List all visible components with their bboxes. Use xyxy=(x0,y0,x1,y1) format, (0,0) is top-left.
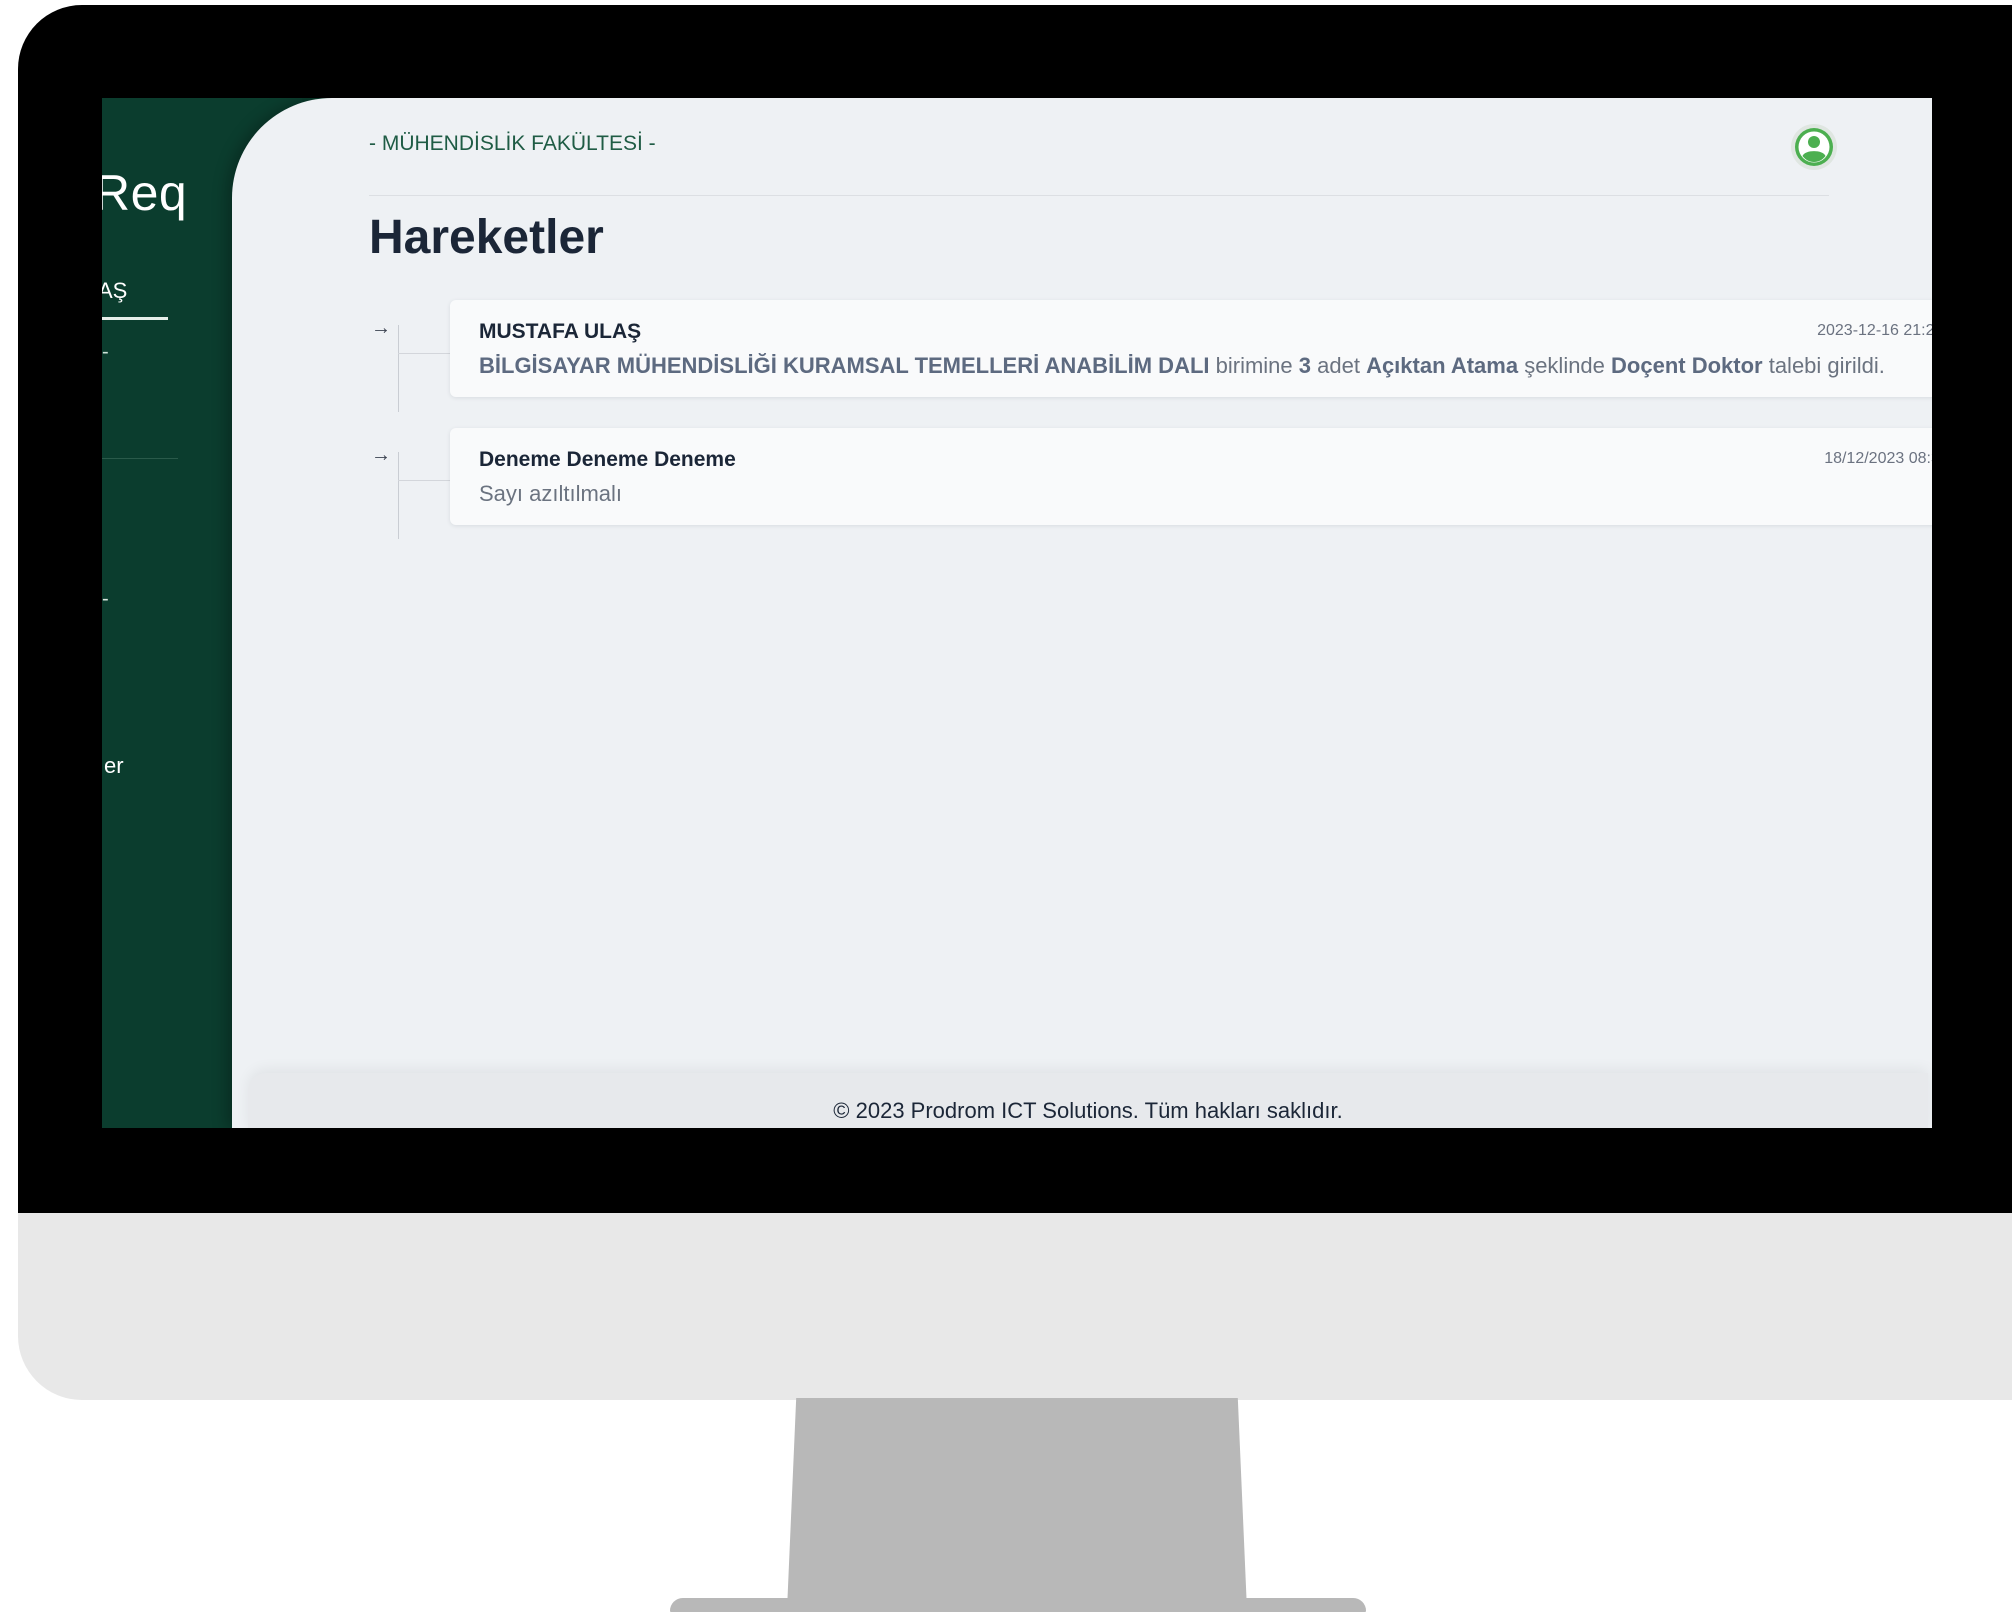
description-highlight: Doçent Doktor xyxy=(1611,353,1763,378)
description-text: birimine xyxy=(1209,353,1299,378)
sidebar-user-role: - xyxy=(102,341,109,363)
timeline-line xyxy=(398,452,399,539)
timeline-card: MUSTAFA ULAŞ 2023-12-16 21:22:01- BİLGİS… xyxy=(450,300,1932,397)
main-content: - MÜHENDİSLİK FAKÜLTESİ - Hareketler → M… xyxy=(232,98,1932,1128)
card-description: BİLGİSAYAR MÜHENDİSLİĞİ KURAMSAL TEMELLE… xyxy=(479,353,1885,379)
description-text: Sayı azıltılmalı xyxy=(479,481,623,506)
card-description: Sayı azıltılmalı xyxy=(479,481,622,507)
sidebar-divider xyxy=(102,458,178,459)
sidebar-user-name[interactable]: AŞ xyxy=(102,278,127,304)
arrow-right-icon: → xyxy=(371,444,391,466)
topbar: - MÜHENDİSLİK FAKÜLTESİ - xyxy=(369,98,1837,196)
app-brand[interactable]: Req xyxy=(102,164,187,222)
monitor-stand-base xyxy=(670,1598,1366,1612)
description-text: talebi girildi. xyxy=(1762,353,1885,378)
screen: Req AŞ - ) - er - MÜHENDİSLİK FAKÜLTESİ … xyxy=(102,98,1932,1128)
sidebar-item-marker: - xyxy=(102,588,109,610)
description-highlight: BİLGİSAYAR MÜHENDİSLİĞİ KURAMSAL TEMELLE… xyxy=(479,353,1210,378)
sidebar-user-underline xyxy=(102,317,168,320)
user-circle-icon[interactable] xyxy=(1790,123,1838,171)
footer: © 2023 Prodrom ICT Solutions. Tüm haklar… xyxy=(248,1073,1928,1128)
card-author: Deneme Deneme Deneme xyxy=(479,448,736,471)
arrow-right-icon: → xyxy=(371,317,391,339)
sidebar-item-hareketler[interactable]: er xyxy=(104,753,124,779)
page-title: Hareketler xyxy=(369,211,604,264)
card-author: MUSTAFA ULAŞ xyxy=(479,320,642,343)
description-text: adet xyxy=(1311,353,1367,378)
card-timestamp: 2023-12-16 21:22:01- xyxy=(1817,322,1932,339)
faculty-label: - MÜHENDİSLİK FAKÜLTESİ - xyxy=(369,132,656,155)
timeline-connector xyxy=(398,353,453,354)
timeline-line xyxy=(398,325,399,412)
description-text: şeklinde xyxy=(1518,353,1612,378)
timeline-card: Deneme Deneme Deneme 18/12/2023 08:39:05… xyxy=(450,428,1932,525)
monitor-stand-neck xyxy=(787,1398,1247,1610)
timeline-connector xyxy=(398,480,453,481)
card-timestamp: 18/12/2023 08:39:05 xyxy=(1824,450,1932,467)
description-highlight: 3 xyxy=(1298,353,1312,378)
copyright-text: © 2023 Prodrom ICT Solutions. Tüm haklar… xyxy=(833,1098,1343,1123)
description-highlight: Açıktan Atama xyxy=(1366,353,1519,378)
